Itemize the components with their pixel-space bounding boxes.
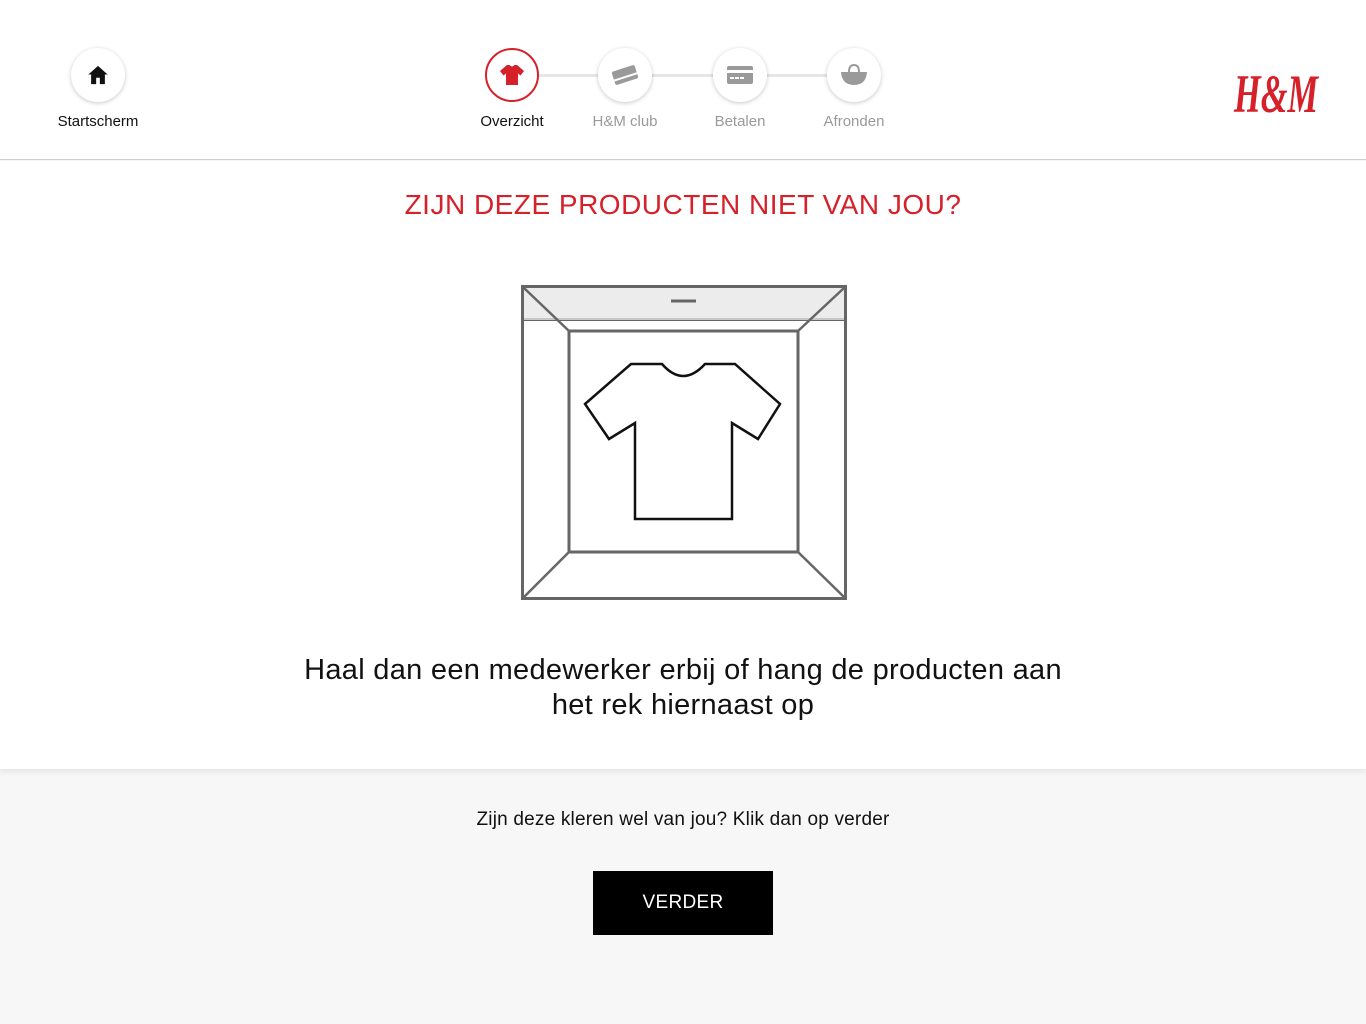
step-betalen[interactable]: Betalen bbox=[675, 48, 805, 130]
step-hm-club-circle[interactable] bbox=[598, 48, 652, 102]
step-afronden-label: Afronden bbox=[823, 113, 885, 130]
tshirt-in-box-icon bbox=[521, 285, 847, 600]
home-circle[interactable] bbox=[71, 48, 125, 102]
tshirt-icon bbox=[500, 65, 524, 85]
step-hm-club-label: H&M club bbox=[592, 113, 658, 130]
step-betalen-label: Betalen bbox=[714, 113, 766, 130]
header-bar: Startscherm Overzicht H&M club Betalen A… bbox=[0, 0, 1366, 160]
verder-button[interactable]: VERDER bbox=[593, 871, 773, 935]
info-panel: ZIJN DEZE PRODUCTEN NIET VAN JOU? Haal d… bbox=[0, 161, 1366, 769]
step-afronden-circle[interactable] bbox=[827, 48, 881, 102]
step-overzicht-label: Overzicht bbox=[480, 113, 544, 130]
home-label: Startscherm bbox=[57, 113, 139, 130]
home-icon bbox=[88, 65, 108, 85]
step-betalen-circle[interactable] bbox=[713, 48, 767, 102]
hm-logo: H&M bbox=[1233, 64, 1319, 120]
step-overzicht[interactable]: Overzicht bbox=[447, 48, 577, 130]
page-title: ZIJN DEZE PRODUCTEN NIET VAN JOU? bbox=[404, 189, 962, 220]
step-overzicht-circle[interactable] bbox=[485, 48, 539, 102]
home-button[interactable]: Startscherm bbox=[33, 48, 163, 130]
instruction-message: Haal dan een medewerker erbij of hang de… bbox=[0, 653, 1366, 723]
payment-card-icon bbox=[727, 66, 753, 84]
instruction-line-1: Haal dan een medewerker erbij of hang de… bbox=[304, 654, 1062, 686]
instruction-line-2: het rek hiernaast op bbox=[551, 689, 815, 721]
step-afronden[interactable]: Afronden bbox=[789, 48, 919, 130]
shopping-bag-icon bbox=[841, 63, 867, 85]
step-hm-club[interactable]: H&M club bbox=[560, 48, 690, 130]
member-card-icon bbox=[611, 65, 639, 85]
svg-text:H&M: H&M bbox=[1233, 64, 1319, 120]
continue-hint: Zijn deze kleren wel van jou? Klik dan o… bbox=[476, 809, 890, 830]
